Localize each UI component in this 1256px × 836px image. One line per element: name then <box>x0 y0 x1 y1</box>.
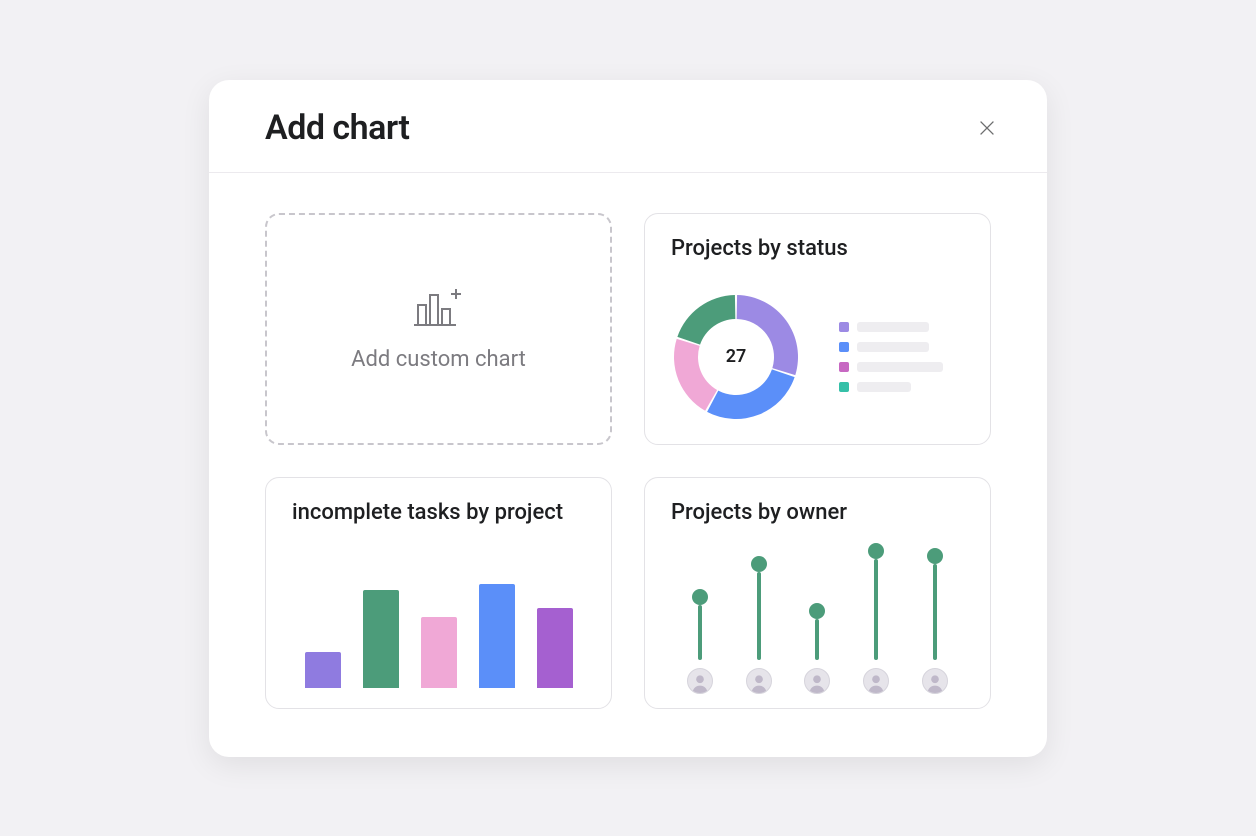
owner-avatar <box>746 668 772 694</box>
donut-chart: 27 <box>671 292 801 422</box>
legend-placeholder <box>857 342 929 352</box>
add-custom-chart-label: Add custom chart <box>351 347 526 372</box>
lollipop <box>863 543 889 694</box>
owner-avatar <box>922 668 948 694</box>
modal-body: Add custom chart Projects by status 27 i… <box>209 173 1047 757</box>
donut-center-value: 27 <box>671 292 801 422</box>
modal-title: Add chart <box>265 108 409 148</box>
lollipop-stick <box>698 605 702 660</box>
card-title: incomplete tasks by project <box>266 478 611 528</box>
bar <box>363 590 399 688</box>
lollipop <box>687 589 713 694</box>
legend-placeholder <box>857 362 943 372</box>
legend-swatch <box>839 322 849 332</box>
close-icon <box>976 117 998 139</box>
owner-avatar <box>687 668 713 694</box>
donut-legend <box>839 322 943 392</box>
add-custom-chart-card[interactable]: Add custom chart <box>265 213 612 445</box>
projects-by-owner-card[interactable]: Projects by owner <box>644 477 991 709</box>
legend-swatch <box>839 342 849 352</box>
projects-by-status-card[interactable]: Projects by status 27 <box>644 213 991 445</box>
legend-swatch <box>839 382 849 392</box>
legend-row <box>839 342 943 352</box>
legend-placeholder <box>857 382 911 392</box>
bar-chart <box>292 584 585 688</box>
lollipop-stick <box>933 564 937 659</box>
owner-avatar <box>804 668 830 694</box>
bar <box>421 617 457 688</box>
bar <box>305 652 341 687</box>
lollipop-stick <box>874 559 878 660</box>
legend-placeholder <box>857 322 929 332</box>
lollipop-stick <box>815 619 819 659</box>
lollipop-dot <box>751 556 767 572</box>
lollipop-chart <box>671 534 964 694</box>
legend-row <box>839 322 943 332</box>
owner-avatar <box>863 668 889 694</box>
lollipop <box>746 556 772 694</box>
modal-header: Add chart <box>209 80 1047 173</box>
legend-row <box>839 382 943 392</box>
card-title: Projects by status <box>645 214 990 264</box>
donut-chart-area: 27 <box>671 292 943 422</box>
lollipop-dot <box>868 543 884 559</box>
bar <box>537 608 573 687</box>
incomplete-tasks-card[interactable]: incomplete tasks by project <box>265 477 612 709</box>
lollipop-dot <box>692 589 708 605</box>
close-button[interactable] <box>967 108 1007 148</box>
legend-swatch <box>839 362 849 372</box>
lollipop-dot <box>927 548 943 564</box>
card-title: Projects by owner <box>645 478 990 528</box>
lollipop-dot <box>809 603 825 619</box>
lollipop <box>804 603 830 693</box>
bar-chart-plus-icon <box>414 285 464 333</box>
lollipop-stick <box>757 572 761 660</box>
bar <box>479 584 515 688</box>
lollipop <box>922 548 948 693</box>
add-chart-modal: Add chart Add custom chart <box>209 80 1047 757</box>
legend-row <box>839 362 943 372</box>
